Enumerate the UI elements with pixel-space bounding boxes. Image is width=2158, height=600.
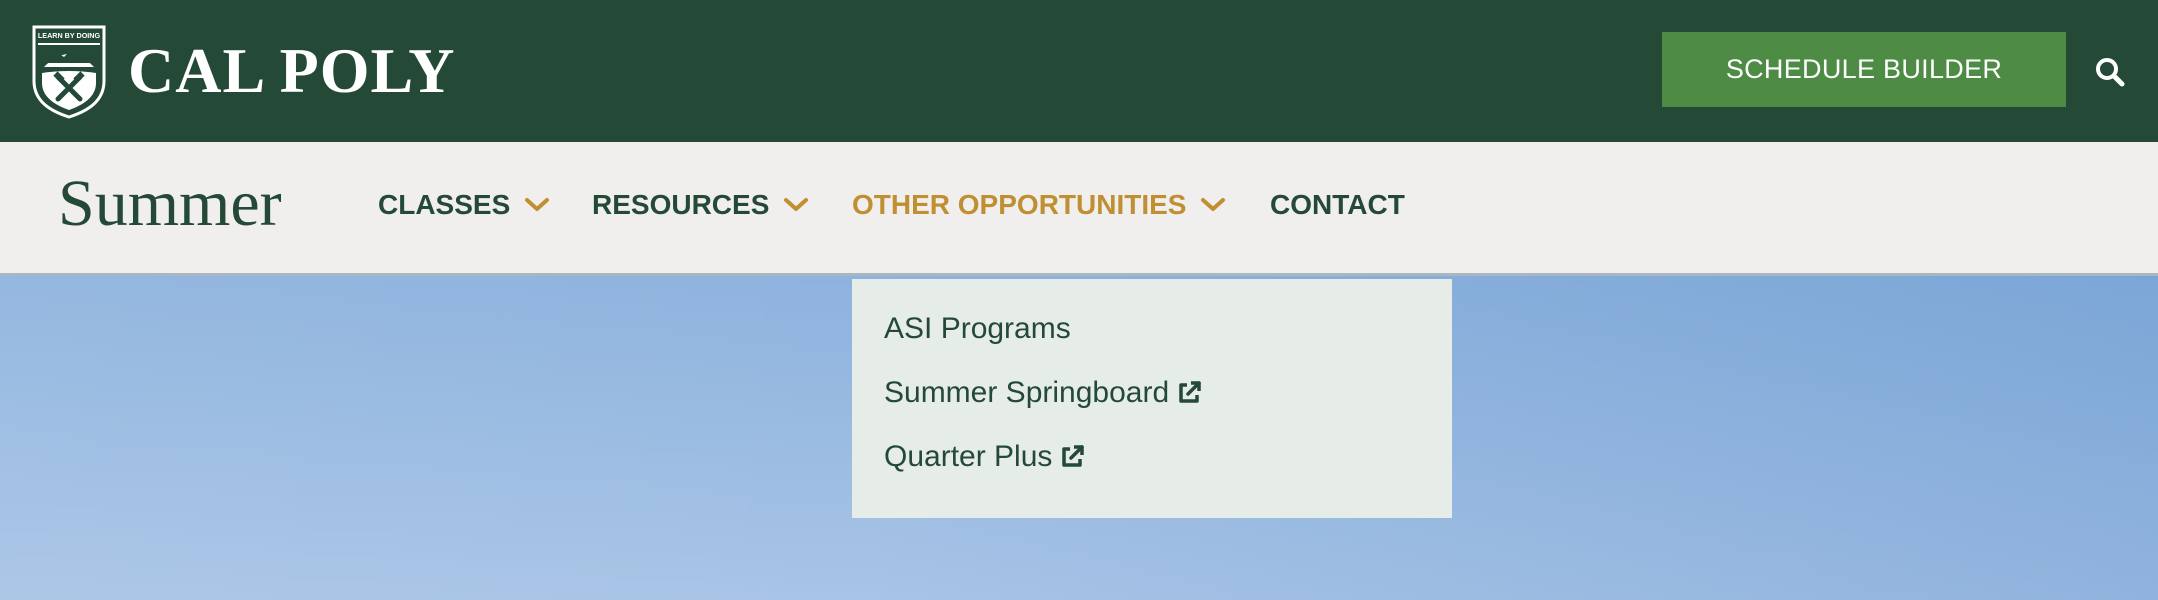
nav-item-other-opportunities[interactable]: OTHER OPPORTUNITIES: [852, 182, 1226, 228]
seal-motto: LEARN BY DOING: [38, 31, 101, 40]
dropdown-item-label: Quarter Plus: [884, 440, 1053, 473]
cal-poly-wordmark: CAL POLY: [128, 35, 456, 106]
search-icon: [2096, 58, 2125, 87]
nav-item-contact[interactable]: CONTACT: [1270, 182, 1405, 228]
external-link-icon: [1062, 445, 1085, 467]
dropdown-item-quarter-plus[interactable]: Quarter Plus: [884, 439, 1452, 475]
dropdown-item-asi-programs[interactable]: ASI Programs: [884, 311, 1452, 347]
dropdown-item-label: ASI Programs: [884, 312, 1071, 345]
dropdown-item-summer-springboard[interactable]: Summer Springboard: [884, 375, 1452, 411]
site-nav: Summer CLASSES RESOURCES OTHER OPPORTUNI…: [0, 142, 2158, 276]
site-header: LEARN BY DOING CAL POLY SCHEDULE BUILDER: [0, 0, 2158, 142]
cal-poly-logo-link[interactable]: LEARN BY DOING CAL POLY: [30, 22, 456, 120]
nav-item-label: CLASSES: [378, 189, 511, 220]
chevron-down-icon: [525, 198, 550, 211]
chevron-down-icon: [784, 198, 809, 211]
nav-item-label: OTHER OPPORTUNITIES: [852, 189, 1187, 220]
schedule-builder-button[interactable]: SCHEDULE BUILDER: [1662, 32, 2066, 107]
search-button[interactable]: [2090, 52, 2130, 92]
nav-item-label: RESOURCES: [592, 189, 770, 220]
external-link-icon: [1179, 381, 1201, 403]
cal-poly-seal-icon: LEARN BY DOING: [32, 25, 106, 119]
other-opportunities-dropdown: ASI Programs Summer Springboard Quarter …: [852, 279, 1452, 518]
nav-item-classes[interactable]: CLASSES: [378, 182, 550, 228]
site-title[interactable]: Summer: [58, 164, 282, 244]
nav-item-label: CONTACT: [1270, 189, 1405, 220]
nav-item-resources[interactable]: RESOURCES: [592, 182, 809, 228]
dropdown-item-label: Summer Springboard: [884, 376, 1170, 409]
chevron-down-icon: [1201, 198, 1226, 211]
